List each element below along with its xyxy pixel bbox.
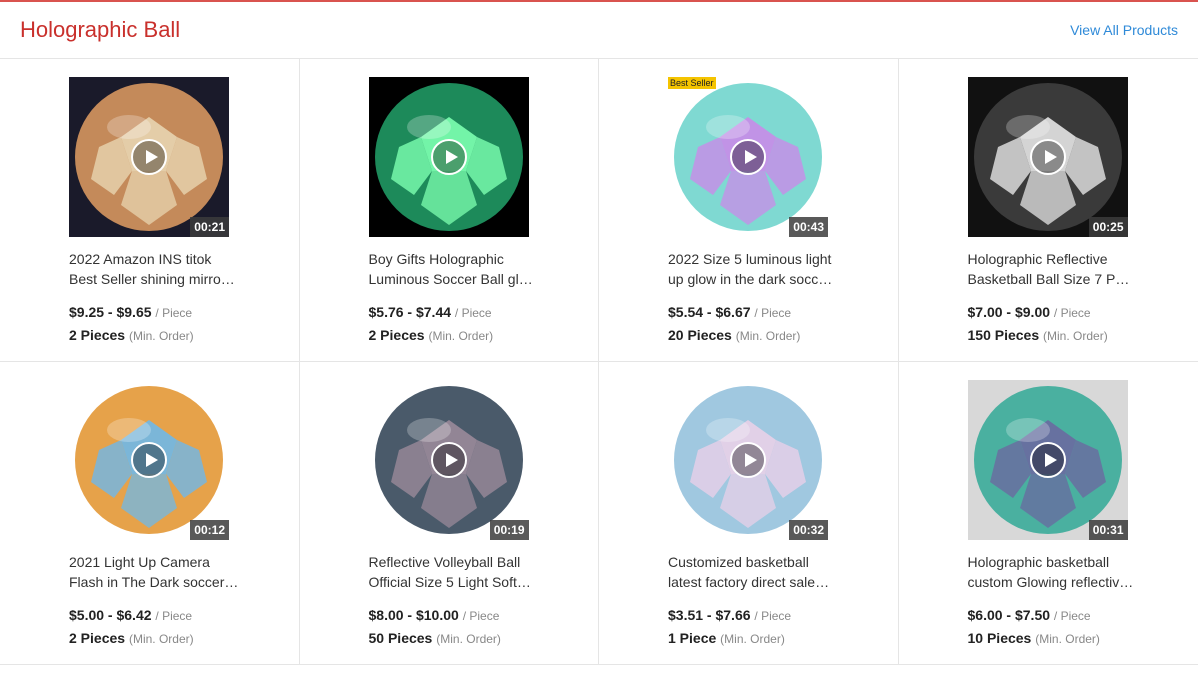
product-card-3[interactable]: 00:43 Best Seller 2022 Size 5 luminous l… [599, 59, 899, 362]
product-name[interactable]: 2021 Light Up Camera Flash in The Dark s… [69, 552, 239, 592]
view-all-products-link[interactable]: View All Products [1070, 22, 1178, 38]
video-duration: 00:32 [789, 520, 828, 540]
min-order-line: 20 Pieces (Min. Order) [668, 326, 898, 345]
product-thumbnail[interactable]: 00:12 [69, 380, 229, 540]
price-range: $6.00 - $7.50 [967, 607, 1051, 623]
price-unit: / Piece [155, 609, 193, 623]
play-icon[interactable] [131, 442, 167, 478]
product-name[interactable]: Reflective Volleyball Ball Official Size… [369, 552, 539, 592]
product-thumbnail[interactable]: 00:21 [69, 77, 229, 237]
min-order-line: 1 Piece (Min. Order) [668, 629, 898, 648]
min-order-line: 50 Pieces (Min. Order) [369, 629, 599, 648]
price-unit: / Piece [1053, 609, 1091, 623]
price-unit: / Piece [454, 306, 492, 320]
play-icon[interactable] [730, 442, 766, 478]
price-line: $9.25 - $9.65 / Piece [69, 303, 299, 322]
price-line: $6.00 - $7.50 / Piece [968, 606, 1198, 625]
product-thumbnail[interactable]: 00:25 [967, 77, 1128, 237]
price-line: $5.76 - $7.44 / Piece [369, 303, 599, 322]
product-name[interactable]: 2022 Amazon INS titok Best Seller shinin… [69, 249, 239, 289]
section-title: Holographic Ball [20, 17, 181, 42]
min-order-line: 10 Pieces (Min. Order) [968, 629, 1198, 648]
price-unit: / Piece [462, 609, 500, 623]
min-order-note: (Min. Order) [720, 632, 785, 646]
product-thumbnail[interactable] [368, 77, 529, 237]
video-duration: 00:43 [789, 217, 828, 237]
price-range: $5.76 - $7.44 [368, 304, 452, 320]
product-thumbnail[interactable]: 00:19 [368, 380, 529, 540]
price-line: $3.51 - $7.66 / Piece [668, 606, 898, 625]
min-order-note: (Min. Order) [128, 632, 194, 646]
price-range: $5.00 - $6.42 [69, 607, 152, 623]
min-order-qty: 2 Pieces [69, 630, 126, 646]
min-order-qty: 2 Pieces [69, 327, 126, 343]
section-header: Holographic Ball View All Products [0, 2, 1198, 59]
play-icon[interactable] [430, 442, 467, 478]
product-thumbnail[interactable]: 00:31 [967, 380, 1128, 540]
min-order-note: (Min. Order) [428, 329, 494, 343]
video-duration: 00:21 [190, 217, 229, 237]
min-order-note: (Min. Order) [1043, 329, 1108, 343]
product-grid: 00:21 2022 Amazon INS titok Best Seller … [0, 59, 1198, 665]
video-duration: 00:31 [1088, 520, 1128, 540]
price-line: $7.00 - $9.00 / Piece [968, 303, 1198, 322]
price-range: $8.00 - $10.00 [368, 607, 459, 623]
product-thumbnail[interactable]: 00:32 [668, 380, 828, 540]
video-duration: 00:25 [1088, 217, 1128, 237]
price-range: $7.00 - $9.00 [967, 304, 1051, 320]
min-order-qty: 50 Pieces [368, 630, 433, 646]
best-seller-badge: Best Seller [668, 77, 716, 89]
product-name[interactable]: Holographic basketball custom Glowing re… [968, 552, 1138, 592]
min-order-qty: 150 Pieces [967, 327, 1040, 343]
product-name[interactable]: Boy Gifts Holographic Luminous Soccer Ba… [369, 249, 539, 289]
price-range: $5.54 - $6.67 [668, 304, 751, 320]
product-card-4[interactable]: 00:25 Holographic Reflective Basketball … [898, 59, 1198, 362]
product-name[interactable]: Customized basketball latest factory dir… [668, 552, 838, 592]
min-order-note: (Min. Order) [1035, 632, 1100, 646]
product-card-6[interactable]: 00:19 Reflective Volleyball Ball Officia… [299, 362, 599, 665]
product-card-2[interactable]: Boy Gifts Holographic Luminous Soccer Ba… [299, 59, 599, 362]
product-section: Holographic Ball View All Products 00:21… [0, 0, 1198, 684]
play-icon[interactable] [730, 139, 766, 175]
price-range: $3.51 - $7.66 [668, 607, 751, 623]
price-line: $5.54 - $6.67 / Piece [668, 303, 898, 322]
product-card-5[interactable]: 00:12 2021 Light Up Camera Flash in The … [0, 362, 300, 665]
play-icon[interactable] [1029, 139, 1066, 175]
product-thumbnail[interactable]: 00:43 Best Seller [668, 77, 828, 237]
min-order-qty: 20 Pieces [668, 327, 732, 343]
min-order-qty: 10 Pieces [967, 630, 1032, 646]
video-duration: 00:19 [489, 520, 529, 540]
product-name[interactable]: 2022 Size 5 luminous light up glow in th… [668, 249, 838, 289]
min-order-line: 150 Pieces (Min. Order) [968, 326, 1198, 345]
price-unit: / Piece [754, 609, 792, 623]
product-card-1[interactable]: 00:21 2022 Amazon INS titok Best Seller … [0, 59, 300, 362]
price-unit: / Piece [155, 306, 193, 320]
price-line: $8.00 - $10.00 / Piece [369, 606, 599, 625]
play-icon[interactable] [131, 139, 167, 175]
product-name[interactable]: Holographic Reflective Basketball Ball S… [968, 249, 1138, 289]
min-order-line: 2 Pieces (Min. Order) [69, 326, 299, 345]
price-line: $5.00 - $6.42 / Piece [69, 606, 299, 625]
min-order-line: 2 Pieces (Min. Order) [369, 326, 599, 345]
min-order-line: 2 Pieces (Min. Order) [69, 629, 299, 648]
product-card-8[interactable]: 00:31 Holographic basketball custom Glow… [898, 362, 1198, 665]
price-unit: / Piece [1053, 306, 1091, 320]
price-unit: / Piece [754, 306, 792, 320]
product-card-7[interactable]: 00:32 Customized basketball latest facto… [599, 362, 899, 665]
play-icon[interactable] [1029, 442, 1066, 478]
min-order-note: (Min. Order) [436, 632, 501, 646]
price-range: $9.25 - $9.65 [69, 304, 152, 320]
min-order-note: (Min. Order) [128, 329, 194, 343]
play-icon[interactable] [430, 139, 467, 175]
min-order-qty: 1 Piece [668, 630, 717, 646]
min-order-qty: 2 Pieces [368, 327, 425, 343]
video-duration: 00:12 [190, 520, 229, 540]
min-order-note: (Min. Order) [735, 329, 801, 343]
